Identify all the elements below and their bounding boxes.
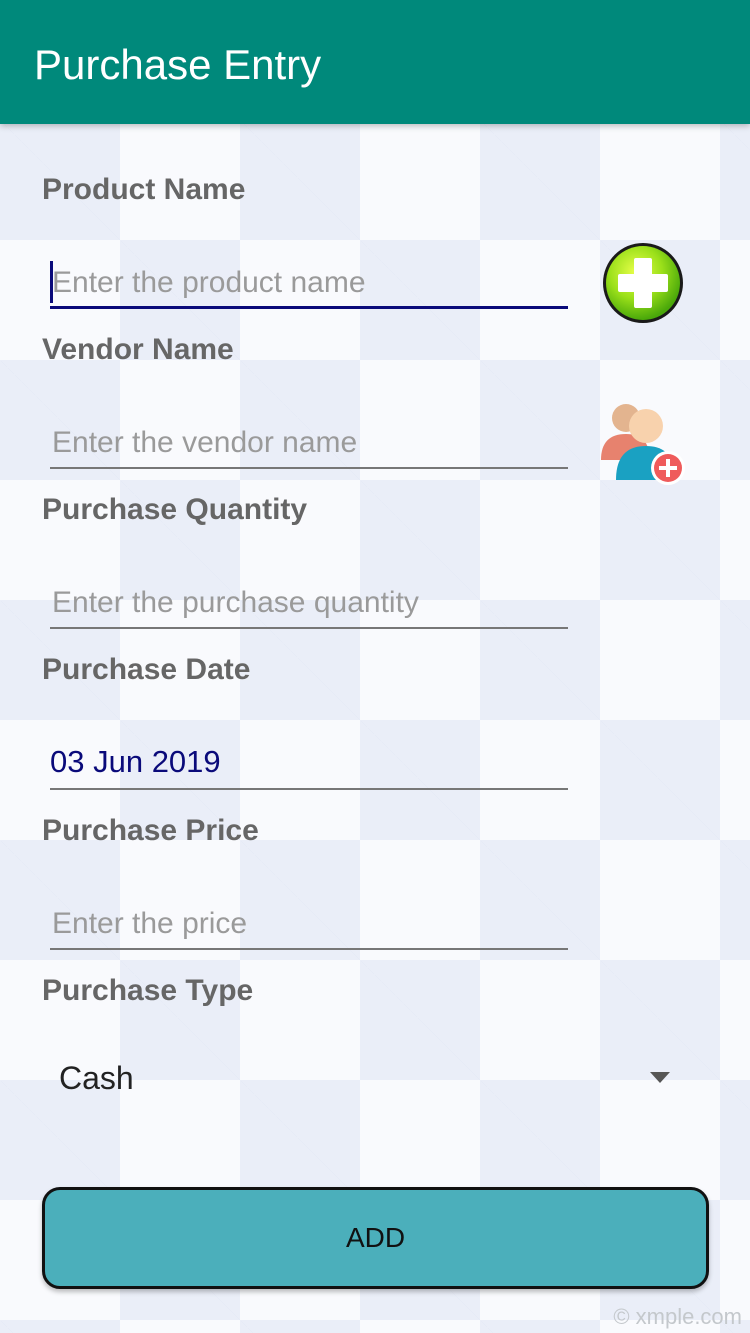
add-vendor-button[interactable] — [598, 398, 688, 488]
add-user-icon — [601, 404, 685, 485]
page-title: Purchase Entry — [34, 41, 322, 88]
text-caret — [50, 261, 53, 303]
app-bar: Purchase Entry — [0, 0, 750, 124]
purchase-price-input[interactable] — [50, 900, 568, 950]
purchase-date-value: 03 Jun 2019 — [50, 744, 221, 779]
dropdown-arrow-icon — [650, 1072, 670, 1083]
purchase-type-selected: Cash — [59, 1060, 134, 1096]
product-name-input[interactable] — [50, 259, 568, 309]
purchase-date-field[interactable]: 03 Jun 2019 — [50, 740, 568, 790]
purchase-quantity-label: Purchase Quantity — [42, 493, 308, 526]
purchase-type-dropdown[interactable]: Cash — [42, 1048, 682, 1110]
purchase-type-label: Purchase Type — [42, 974, 254, 1007]
vendor-name-label: Vendor Name — [42, 333, 234, 366]
purchase-price-label: Purchase Price — [42, 814, 259, 847]
add-button[interactable]: ADD — [42, 1187, 709, 1289]
purchase-quantity-input[interactable] — [50, 579, 568, 629]
purchase-date-label: Purchase Date — [42, 653, 251, 686]
vendor-name-input[interactable] — [50, 419, 568, 469]
plus-circle-icon — [603, 243, 683, 323]
watermark: © xmple.com — [613, 1304, 742, 1329]
add-product-button[interactable] — [601, 241, 685, 325]
product-name-label: Product Name — [42, 173, 246, 206]
